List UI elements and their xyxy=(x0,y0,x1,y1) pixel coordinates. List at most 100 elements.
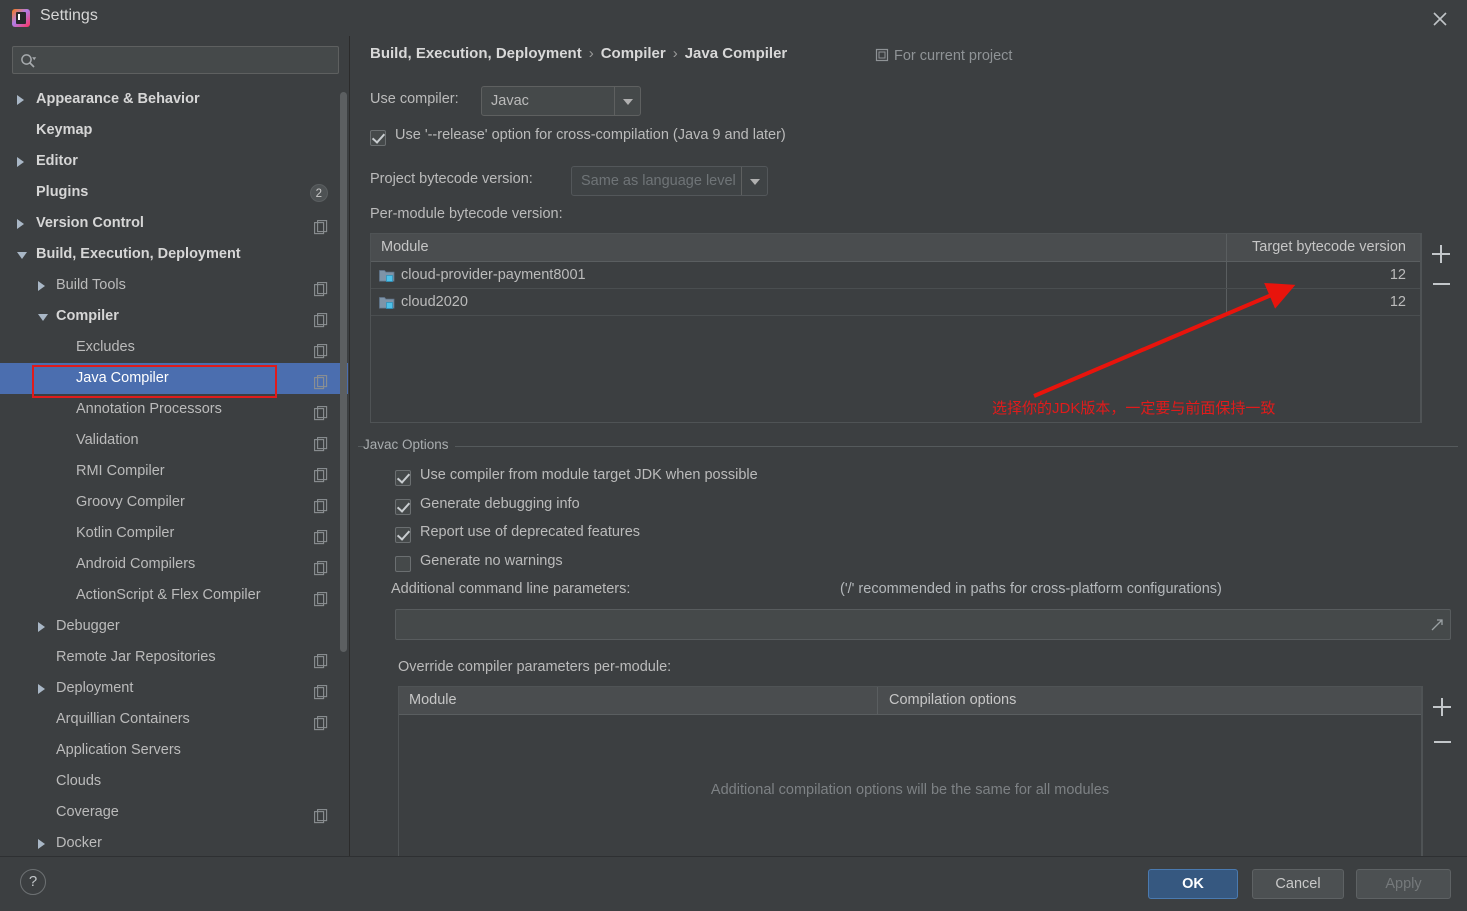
add-module-button[interactable] xyxy=(1430,243,1452,265)
for-current-project-text: For current project xyxy=(894,48,1013,64)
copy-settings-icon[interactable] xyxy=(314,557,328,576)
sidebar-item-build-execution-deployment[interactable]: Build, Execution, Deployment xyxy=(0,239,348,270)
per-module-bytecode-table: Module Target bytecode version cloud-pro… xyxy=(370,233,1421,423)
ok-button[interactable]: OK xyxy=(1148,869,1238,899)
chevron-right-icon[interactable] xyxy=(38,684,45,694)
copy-settings-icon[interactable] xyxy=(314,371,328,390)
module-name-cell: cloud-provider-payment8001 xyxy=(401,267,586,283)
sidebar-item-annotation-processors[interactable]: Annotation Processors xyxy=(0,394,348,425)
help-icon[interactable]: ? xyxy=(20,869,46,895)
sidebar-item-label: Plugins xyxy=(36,184,89,200)
copy-settings-icon[interactable] xyxy=(314,712,328,731)
sidebar-item-label: Excludes xyxy=(76,339,135,355)
sidebar-item-plugins[interactable]: Plugins 2 xyxy=(0,177,348,208)
copy-settings-icon[interactable] xyxy=(314,278,328,297)
expand-icon[interactable] xyxy=(1430,618,1444,636)
remove-override-button[interactable] xyxy=(1431,731,1453,753)
sidebar-item-coverage[interactable]: Coverage xyxy=(0,797,348,828)
chevron-right-icon[interactable] xyxy=(17,95,24,105)
chevron-down-icon xyxy=(614,87,640,115)
project-bytecode-dropdown[interactable]: Same as language level xyxy=(571,166,768,196)
column-header-module: Module xyxy=(381,239,429,255)
project-scope-icon xyxy=(875,48,889,66)
additional-params-input[interactable] xyxy=(395,609,1451,640)
override-params-table: Module Compilation options Additional co… xyxy=(398,686,1422,861)
sidebar-item-docker[interactable]: Docker xyxy=(0,828,348,856)
chevron-right-icon[interactable] xyxy=(38,839,45,849)
sidebar-item-java-compiler[interactable]: Java Compiler xyxy=(0,363,348,394)
search-input[interactable] xyxy=(41,47,333,73)
target-bytecode-cell[interactable]: 12 xyxy=(1231,289,1406,316)
copy-settings-icon[interactable] xyxy=(314,495,328,514)
sidebar-item-validation[interactable]: Validation xyxy=(0,425,348,456)
copy-settings-icon[interactable] xyxy=(314,805,328,824)
sidebar-item-label: Deployment xyxy=(56,680,134,696)
sidebar-item-keymap[interactable]: Keymap xyxy=(0,115,348,146)
sidebar-item-groovy-compiler[interactable]: Groovy Compiler xyxy=(0,487,348,518)
copy-settings-icon[interactable] xyxy=(314,340,328,359)
sidebar-item-rmi-compiler[interactable]: RMI Compiler xyxy=(0,456,348,487)
table-row[interactable]: cloud-provider-payment8001 12 xyxy=(371,262,1420,289)
copy-settings-icon[interactable] xyxy=(314,526,328,545)
window-title: Settings xyxy=(40,7,98,24)
sidebar-item-debugger[interactable]: Debugger xyxy=(0,611,348,642)
javac-option-label: Generate debugging info xyxy=(420,495,580,512)
chevron-down-icon[interactable] xyxy=(38,314,48,321)
sidebar-item-compiler[interactable]: Compiler xyxy=(0,301,348,332)
sidebar-item-excludes[interactable]: Excludes xyxy=(0,332,348,363)
override-params-label: Override compiler parameters per-module: xyxy=(398,659,672,675)
sidebar-item-label: Annotation Processors xyxy=(76,401,222,417)
sidebar-item-clouds[interactable]: Clouds xyxy=(0,766,348,797)
copy-settings-icon[interactable] xyxy=(314,650,328,669)
sidebar-item-kotlin-compiler[interactable]: Kotlin Compiler xyxy=(0,518,348,549)
close-icon[interactable] xyxy=(1427,6,1453,32)
table-row[interactable]: cloud2020 12 xyxy=(371,289,1420,316)
apply-button[interactable]: Apply xyxy=(1356,869,1451,899)
chevron-right-icon[interactable] xyxy=(38,622,45,632)
column-header-target-bytecode: Target bytecode version xyxy=(1252,239,1406,255)
column-header-compilation-options: Compilation options xyxy=(889,692,1017,708)
sidebar-item-editor[interactable]: Editor xyxy=(0,146,348,177)
remove-module-button[interactable] xyxy=(1430,273,1452,295)
sidebar-item-label: Java Compiler xyxy=(76,370,169,386)
checkbox-box xyxy=(370,130,386,146)
sidebar-item-remote-jar-repositories[interactable]: Remote Jar Repositories xyxy=(0,642,348,673)
sidebar-scrollbar[interactable] xyxy=(340,92,347,652)
sidebar-item-appearance-behavior[interactable]: Appearance & Behavior xyxy=(0,84,348,115)
column-divider xyxy=(1226,262,1227,288)
add-override-button[interactable] xyxy=(1431,696,1453,718)
chevron-right-icon[interactable] xyxy=(38,281,45,291)
checkbox-box xyxy=(395,470,411,486)
copy-settings-icon[interactable] xyxy=(314,433,328,452)
copy-settings-icon[interactable] xyxy=(314,309,328,328)
chevron-down-icon[interactable] xyxy=(17,252,27,259)
sidebar-item-version-control[interactable]: Version Control xyxy=(0,208,348,239)
use-compiler-label: Use compiler: xyxy=(370,91,459,107)
cancel-button[interactable]: Cancel xyxy=(1252,869,1344,899)
copy-settings-icon[interactable] xyxy=(314,681,328,700)
sidebar-item-arquillian-containers[interactable]: Arquillian Containers xyxy=(0,704,348,735)
copy-settings-icon[interactable] xyxy=(314,464,328,483)
chevron-right-icon[interactable] xyxy=(17,219,24,229)
search-box[interactable] xyxy=(12,46,339,74)
settings-tree: Appearance & Behavior Keymap Editor Plugins… xyxy=(0,84,348,856)
column-header-module: Module xyxy=(409,692,457,708)
sidebar-item-application-servers[interactable]: Application Servers xyxy=(0,735,348,766)
checkbox-box xyxy=(395,555,411,572)
copy-settings-icon[interactable] xyxy=(314,402,328,421)
target-bytecode-cell[interactable]: 12 xyxy=(1231,262,1406,289)
chevron-right-icon[interactable] xyxy=(17,157,24,167)
sidebar-item-label: Validation xyxy=(76,432,139,448)
module-folder-icon xyxy=(379,268,395,283)
javac-option-label: Use compiler from module target JDK when… xyxy=(420,467,758,483)
sidebar-item-android-compilers[interactable]: Android Compilers xyxy=(0,549,348,580)
copy-settings-icon[interactable] xyxy=(314,216,328,235)
copy-settings-icon[interactable] xyxy=(314,588,328,607)
table-header: Module Compilation options xyxy=(399,687,1421,715)
sidebar-item-actionscript-flex-compiler[interactable]: ActionScript & Flex Compiler xyxy=(0,580,348,611)
use-compiler-dropdown[interactable]: Javac xyxy=(481,86,641,116)
column-divider xyxy=(1226,234,1227,261)
javac-options-title: Javac Options xyxy=(363,437,455,452)
sidebar-item-build-tools[interactable]: Build Tools xyxy=(0,270,348,301)
sidebar-item-deployment[interactable]: Deployment xyxy=(0,673,348,704)
